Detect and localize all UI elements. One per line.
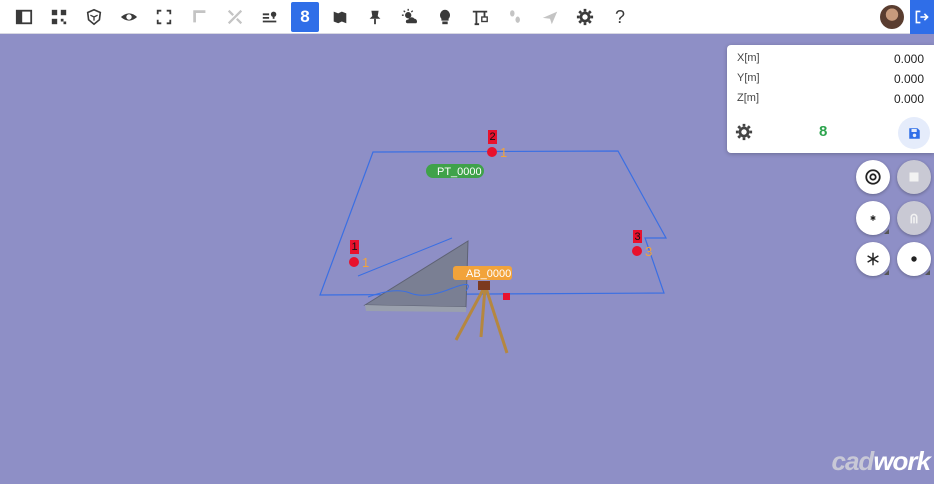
plane-icon[interactable]	[536, 3, 564, 31]
point-1-number: 1	[362, 255, 369, 270]
sidebar-toggle-icon[interactable]	[10, 3, 38, 31]
prism-icon	[910, 213, 918, 224]
y-label: Y[m]	[737, 72, 760, 84]
crane-icon[interactable]	[466, 3, 494, 31]
small-star-button[interactable]	[856, 201, 890, 235]
main-toolbar: 8 ?	[0, 0, 934, 34]
corner-measure-icon[interactable]	[186, 3, 214, 31]
small-marker	[503, 293, 510, 300]
large-asterisk-icon	[867, 252, 879, 266]
panel-layer-badge[interactable]: 8	[819, 123, 833, 141]
z-value: 0.000	[893, 92, 924, 106]
disconnect-icon[interactable]	[221, 3, 249, 31]
save-button[interactable]	[898, 117, 930, 149]
save-icon	[908, 127, 920, 139]
fullscreen-icon[interactable]	[150, 3, 178, 31]
point-3-tag: 3	[634, 231, 640, 243]
point-1-tag: 1	[351, 241, 357, 253]
point-list-icon[interactable]	[256, 3, 284, 31]
large-star-button[interactable]	[856, 242, 890, 276]
point-2-number: 1	[500, 145, 507, 160]
pin-icon[interactable]	[361, 3, 389, 31]
coordinate-panel: X[m] 0.000 Y[m] 0.000 Z[m] 0.000 8	[727, 45, 934, 153]
point-2-tag: 2	[489, 131, 495, 143]
watermark-cad: cad	[831, 446, 875, 476]
layer-stack-button[interactable]: 8	[291, 2, 319, 32]
weather-icon[interactable]	[396, 3, 424, 31]
x-label: X[m]	[737, 52, 760, 64]
y-value: 0.000	[893, 72, 924, 86]
x-coordinate-row: X[m] 0.000	[737, 52, 924, 68]
wedge-object	[363, 240, 469, 308]
z-label: Z[m]	[737, 92, 759, 104]
cadwork-watermark: cadwork	[832, 446, 931, 477]
prism-button[interactable]	[897, 201, 931, 235]
stop-button[interactable]	[897, 160, 931, 194]
watermark-work: work	[873, 446, 931, 476]
logout-icon	[915, 10, 929, 24]
panel-layer-label: 8	[819, 123, 828, 140]
target-icon	[865, 169, 881, 185]
small-asterisk-icon	[870, 215, 876, 221]
x-value: 0.000	[893, 52, 924, 66]
point-3-number: 3	[645, 244, 652, 259]
qr-code-icon[interactable]	[45, 3, 73, 31]
footsteps-icon[interactable]	[501, 3, 529, 31]
ab-label: AB_0000	[466, 268, 511, 280]
z-coordinate-row: Z[m] 0.000	[737, 92, 924, 108]
help-label: ?	[614, 6, 625, 27]
point-button[interactable]	[897, 242, 931, 276]
y-coordinate-row: Y[m] 0.000	[737, 72, 924, 88]
pt-label: PT_0000	[437, 166, 482, 178]
stop-icon	[909, 172, 919, 182]
gear-icon[interactable]	[571, 3, 599, 31]
panel-gear-icon[interactable]	[735, 123, 753, 141]
layer-stack-label: 8	[300, 7, 310, 26]
help-button[interactable]: ?	[606, 3, 634, 31]
bulb-icon[interactable]	[431, 3, 459, 31]
logout-button[interactable]	[910, 0, 934, 34]
user-avatar[interactable]	[880, 5, 904, 29]
book-map-icon[interactable]	[326, 3, 354, 31]
shield-cube-icon[interactable]	[80, 3, 108, 31]
dot-icon	[911, 256, 917, 262]
target-button[interactable]	[856, 160, 890, 194]
eye-icon[interactable]	[115, 3, 143, 31]
